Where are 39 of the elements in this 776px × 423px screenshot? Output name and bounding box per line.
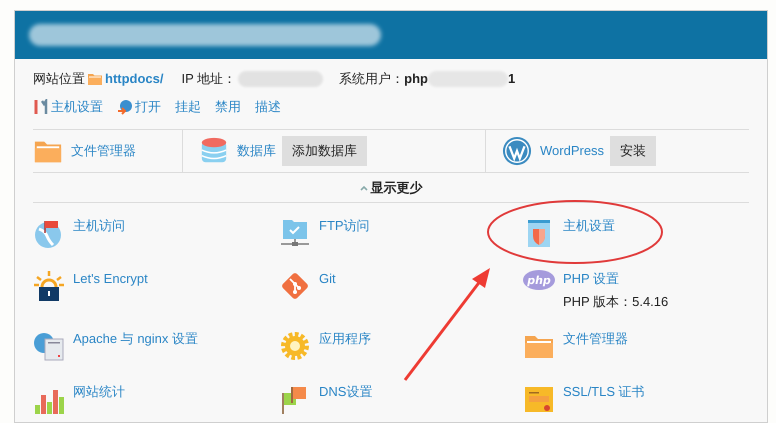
tool-link[interactable]: FTP访问 — [319, 217, 370, 235]
action-link[interactable]: 描述 — [255, 97, 281, 117]
tool-link[interactable]: 文件管理器 — [563, 330, 628, 348]
show-less-toggle[interactable]: 显示更少 — [360, 178, 422, 198]
action-link[interactable]: 主机设置 — [51, 97, 103, 117]
quick-link[interactable]: WordPress — [540, 141, 604, 161]
action-link[interactable]: 挂起 — [175, 97, 201, 117]
tool-link[interactable]: Let's Encrypt — [73, 270, 148, 288]
tool-link[interactable]: 应用程序 — [319, 330, 371, 348]
system-user-value-end: 1 — [508, 70, 516, 88]
quick-link[interactable]: 数据库 — [237, 141, 276, 161]
tool-link[interactable]: 主机访问 — [73, 217, 125, 235]
action-link[interactable]: 打开 — [135, 97, 161, 117]
tools-icon — [33, 99, 49, 115]
location-label: 网站位置 — [33, 70, 85, 88]
ip-label: IP 地址： — [182, 70, 236, 88]
gear-icon — [279, 330, 311, 362]
folder-icon — [87, 71, 103, 87]
tool-link[interactable]: 网站统计 — [73, 383, 125, 401]
tool-link[interactable]: SSL/TLS 证书 — [563, 383, 645, 401]
system-user-value: php — [404, 70, 428, 88]
quick-action-button[interactable]: 添加数据库 — [282, 136, 367, 166]
quick-link[interactable]: 文件管理器 — [71, 141, 136, 161]
tool-link[interactable]: 主机设置 — [563, 217, 615, 235]
tool-link[interactable]: PHP 设置 — [563, 270, 668, 288]
tool-link[interactable]: Git — [319, 270, 336, 288]
ftp-folder-icon — [279, 217, 311, 249]
quick-action-button[interactable]: 安装 — [610, 136, 656, 166]
caret-up-icon — [360, 184, 368, 190]
globe-server-icon — [33, 330, 65, 362]
wordpress-icon — [502, 136, 532, 166]
httpdocs-link[interactable]: httpdocs/ — [105, 69, 164, 89]
tool-link[interactable]: DNS设置 — [319, 383, 372, 401]
action-link[interactable]: 禁用 — [215, 97, 241, 117]
php-version: PHP 版本：5.4.16 — [563, 293, 668, 311]
php-logo-icon: php — [523, 270, 555, 290]
lock-sun-icon — [33, 270, 65, 302]
system-user-label: 系统用户： — [339, 70, 404, 88]
tool-link[interactable]: Apache 与 nginx 设置 — [73, 330, 198, 348]
